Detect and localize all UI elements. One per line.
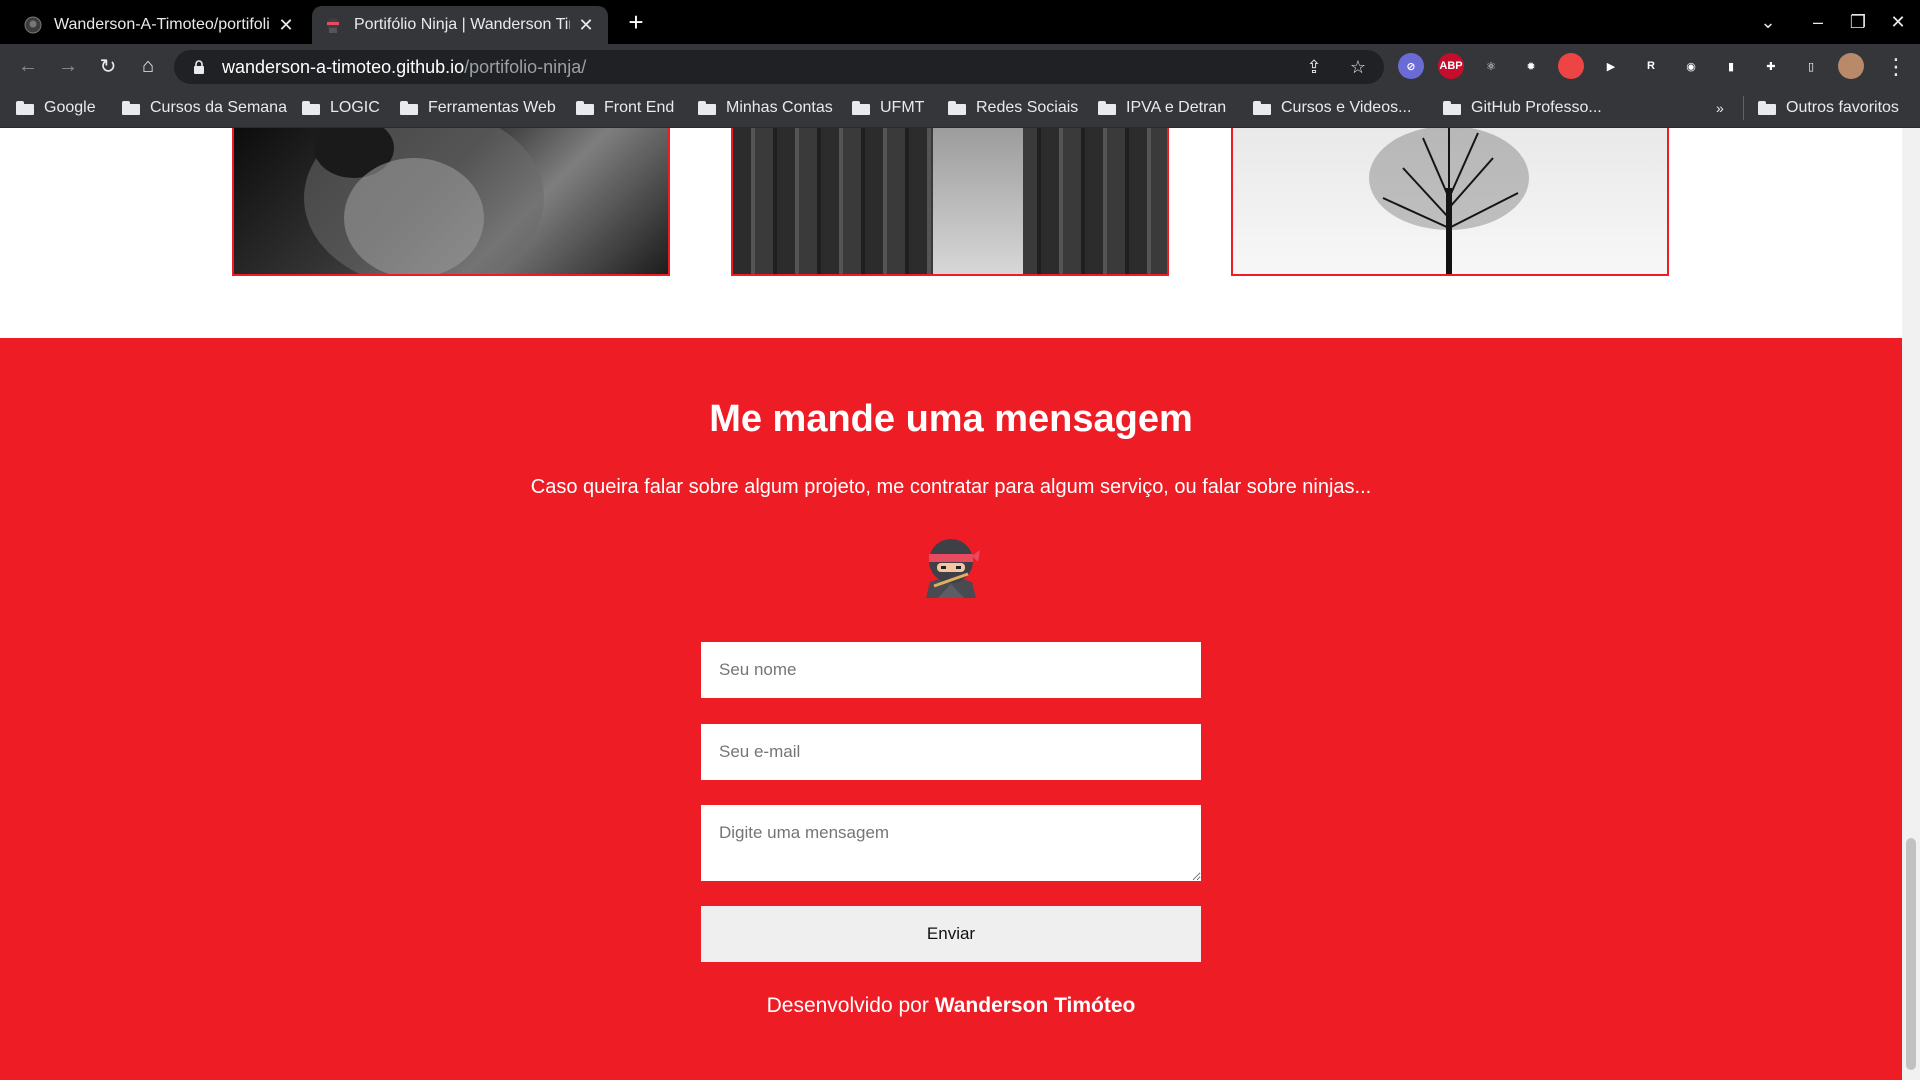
forward-icon[interactable]: →	[54, 52, 82, 80]
profile-avatar-icon[interactable]	[1838, 53, 1864, 79]
footer-author[interactable]: Wanderson Timóteo	[935, 994, 1136, 1017]
bookmarks-bar: GitHub Professo... Cursos e Videos... IPVA…	[0, 88, 1920, 128]
folder-icon	[698, 101, 716, 115]
url-host: wanderson-a-timoteo.github.io	[222, 56, 465, 77]
address-bar[interactable]: wanderson-a-timoteo.github.io/portifolio…	[174, 50, 1384, 84]
name-input[interactable]	[701, 642, 1201, 698]
scrollbar-thumb[interactable]	[1906, 838, 1916, 1070]
other-bookmarks[interactable]: Outros favoritos	[1758, 96, 1899, 120]
lock-icon[interactable]	[192, 60, 206, 74]
bookmark-label: LOGIC	[330, 99, 380, 116]
bookmark-label: Outros favoritos	[1786, 99, 1899, 116]
bookmark-label: Cursos e Videos...	[1281, 99, 1412, 116]
reload-icon[interactable]: ↻	[94, 52, 122, 80]
browser-tab-strip: Wanderson-A-Timoteo/portifolio-ninja ✕ P…	[0, 0, 1920, 44]
footer-credit: Desenvolvido por Wanderson Timóteo	[0, 994, 1902, 1018]
circle-extension-icon[interactable]: ◉	[1678, 53, 1704, 79]
bookmark-label: Minhas Contas	[726, 99, 833, 116]
bookmark-folder[interactable]: Google	[16, 96, 96, 120]
new-tab-icon[interactable]: +	[622, 7, 650, 37]
message-textarea[interactable]	[701, 805, 1201, 881]
bookmark-folder[interactable]: Redes Sociais	[948, 96, 1078, 120]
bookmark-label: UFMT	[880, 99, 925, 116]
bookmark-folder[interactable]: LOGIC	[302, 96, 380, 120]
colorpicker-icon[interactable]	[1558, 53, 1584, 79]
page-scrollbar[interactable]	[1902, 128, 1920, 1080]
contact-subtitle: Caso queira falar sobre algum projeto, m…	[530, 476, 1372, 498]
restore-icon[interactable]: ❐	[1844, 8, 1872, 36]
screen-record-icon[interactable]: ▶	[1598, 53, 1624, 79]
close-window-icon[interactable]: ✕	[1884, 8, 1912, 36]
folder-icon	[400, 101, 418, 115]
bookmark-label: Front End	[604, 99, 675, 116]
share-icon[interactable]: ⇪	[1302, 55, 1326, 79]
bookmark-label: GitHub Professo...	[1471, 99, 1602, 116]
ninja-icon	[920, 536, 982, 598]
tab-title: Wanderson-A-Timoteo/portifolio-ninja	[54, 16, 270, 33]
folder-icon	[948, 101, 966, 115]
bookmark-star-icon[interactable]: ☆	[1346, 55, 1370, 79]
portfolio-image-dog[interactable]	[232, 128, 670, 276]
folder-icon	[122, 101, 140, 115]
sidepanel-icon[interactable]: ▯	[1798, 53, 1824, 79]
contact-section: Me mande uma mensagem Caso queira falar …	[0, 338, 1902, 1080]
github-icon	[24, 16, 42, 34]
bookmark-folder[interactable]: GitHub Professo...	[1443, 96, 1602, 120]
close-tab-icon[interactable]: ✕	[276, 15, 296, 35]
bookmark-folder[interactable]: Cursos da Semana	[122, 96, 287, 120]
footer-prefix: Desenvolvido por	[766, 994, 929, 1017]
tab-portfolio[interactable]: Portifólio Ninja | Wanderson Timóteo ✕	[312, 6, 608, 44]
gear-extension-icon[interactable]: ✹	[1518, 53, 1544, 79]
contact-title: Me mande uma mensagem	[709, 398, 1193, 440]
ninja-favicon-icon	[324, 16, 342, 34]
url-text: wanderson-a-timoteo.github.io/portifolio…	[222, 57, 586, 78]
email-input[interactable]	[701, 724, 1201, 780]
bookmark-label: Redes Sociais	[976, 99, 1079, 116]
bookmark-label: Cursos da Semana	[150, 99, 287, 116]
tab-title: Portifólio Ninja | Wanderson Timóteo	[354, 16, 570, 33]
bookmark-folder[interactable]: UFMT	[852, 96, 924, 120]
bookmark-label: Google	[44, 99, 96, 116]
folder-icon	[1098, 101, 1116, 115]
bookmarks-divider	[1743, 96, 1744, 120]
folder-icon	[852, 101, 870, 115]
folder-icon	[302, 101, 320, 115]
folder-icon	[16, 101, 34, 115]
rd-extension-icon[interactable]: R	[1638, 53, 1664, 79]
browser-toolbar: ← → ↻ ⌂ wanderson-a-timoteo.github.io/po…	[0, 44, 1920, 88]
home-icon[interactable]: ⌂	[134, 52, 162, 80]
bookmark-folder[interactable]: Ferramentas Web	[400, 96, 556, 120]
clipboard-extension-icon[interactable]: ▮	[1718, 53, 1744, 79]
puzzle-extensions-icon[interactable]: ✚	[1758, 53, 1784, 79]
kebab-menu-icon[interactable]: ⋮	[1885, 54, 1907, 80]
folder-icon	[1443, 101, 1461, 115]
bookmark-folder[interactable]: Cursos e Videos...	[1253, 96, 1411, 120]
folder-icon	[576, 101, 594, 115]
bookmark-label: IPVA e Detran	[1126, 99, 1227, 116]
bookmarks-overflow-icon[interactable]: »	[1716, 96, 1724, 120]
adblock-plus-icon[interactable]: ABP	[1438, 53, 1464, 79]
minimize-icon[interactable]: –	[1804, 8, 1832, 36]
extensions-area: ⊘ ABP ⚛ ✹ ▶ R ◉ ▮ ✚ ▯	[1398, 53, 1824, 79]
portfolio-image-tree[interactable]	[1231, 128, 1669, 276]
bookmark-label: Ferramentas Web	[428, 99, 556, 116]
send-button[interactable]: Enviar	[701, 906, 1201, 962]
url-path: /portifolio-ninja/	[464, 56, 587, 77]
folder-icon	[1758, 101, 1776, 115]
react-devtools-icon[interactable]: ⚛	[1478, 53, 1504, 79]
bookmark-folder[interactable]: Minhas Contas	[698, 96, 833, 120]
close-tab-icon[interactable]: ✕	[576, 15, 596, 35]
back-icon[interactable]: ←	[14, 52, 42, 80]
folder-icon	[1253, 101, 1271, 115]
bookmark-folder[interactable]: Front End	[576, 96, 674, 120]
blocker-icon[interactable]: ⊘	[1398, 53, 1424, 79]
bookmark-folder[interactable]: IPVA e Detran	[1098, 96, 1226, 120]
tab-search-icon[interactable]: ⌄	[1754, 8, 1782, 36]
portfolio-image-city[interactable]	[731, 128, 1169, 276]
page-viewport: Me mande uma mensagem Caso queira falar …	[0, 128, 1902, 1080]
tab-github-repo[interactable]: Wanderson-A-Timoteo/portifolio-ninja ✕	[12, 6, 308, 44]
